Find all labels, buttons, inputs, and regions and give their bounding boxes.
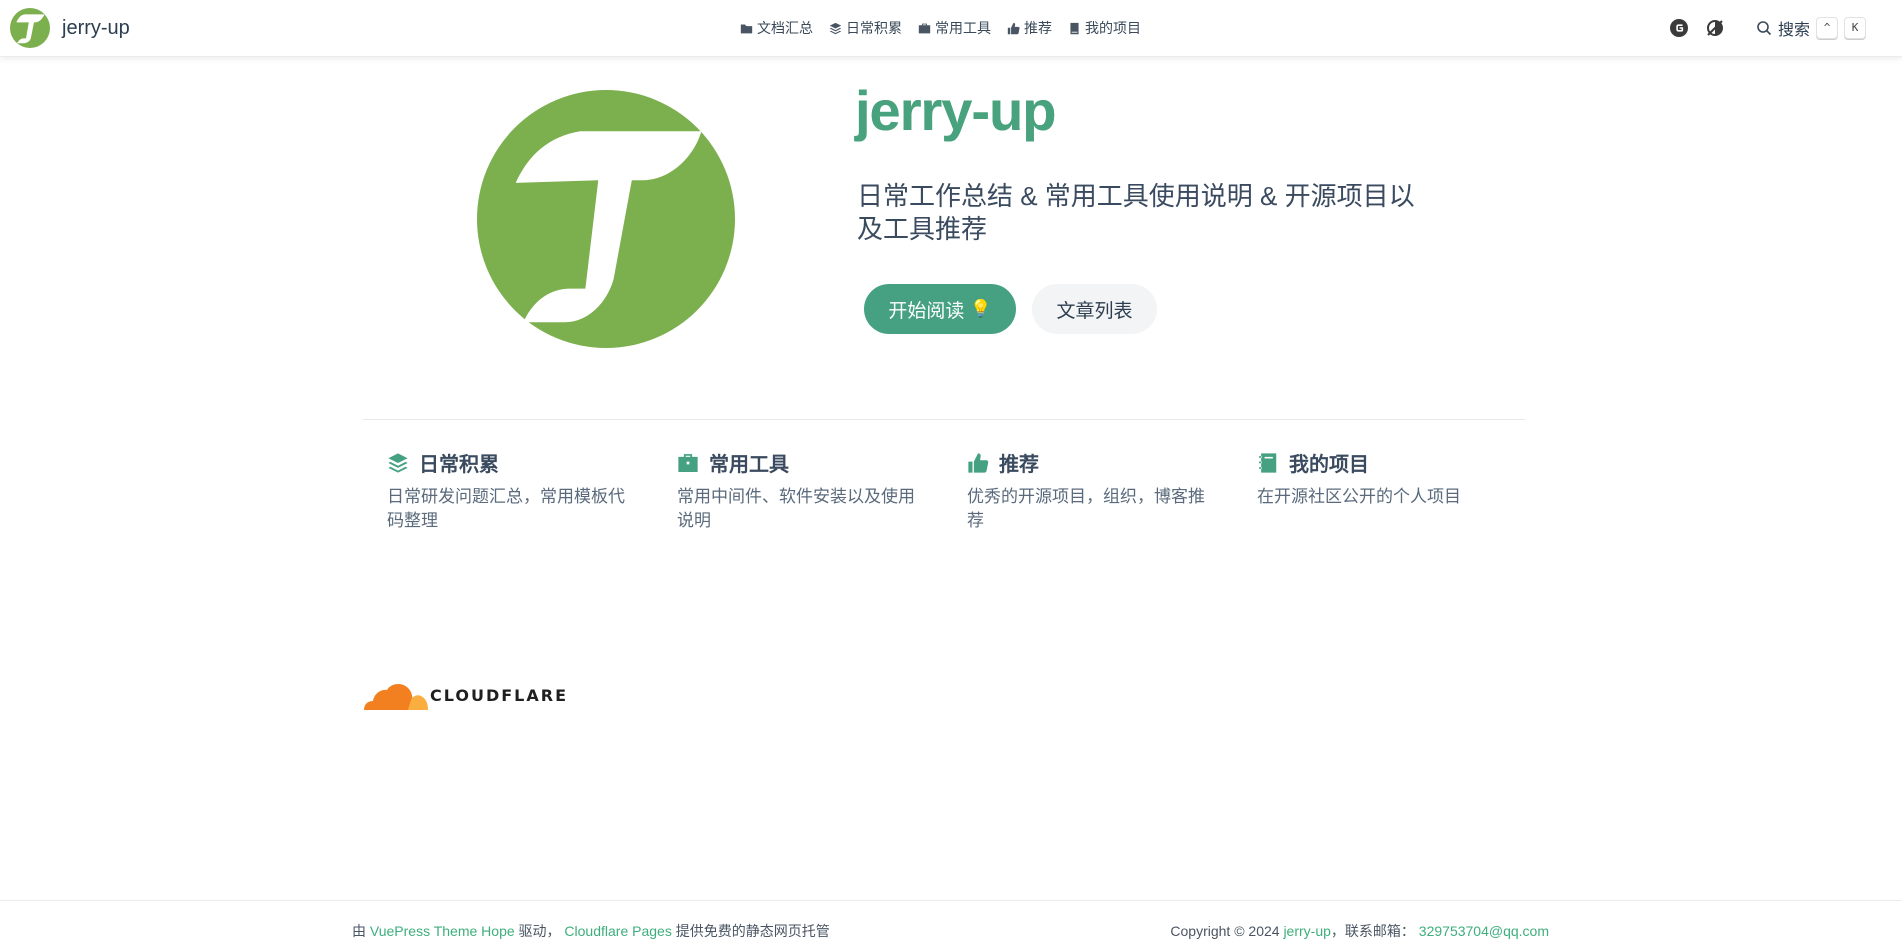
footer-credits: 由 VuePress Theme Hope 驱动， Cloudflare Pag…	[352, 921, 830, 941]
feature-recommend[interactable]: 推荐 优秀的开源项目，组织，博客推荐	[967, 448, 1217, 533]
nav-item-recommend[interactable]: 推荐	[1007, 18, 1052, 38]
footer-prefix: 由	[352, 923, 366, 939]
nav-item-label: 常用工具	[935, 20, 991, 36]
nav-item-label: 日常积累	[846, 20, 902, 36]
author-link[interactable]: jerry-up	[1283, 923, 1330, 939]
email-link[interactable]: 329753704@qq.com	[1419, 923, 1549, 939]
search-button[interactable]: 搜索 ^ K	[1756, 16, 1866, 40]
hero-title: jerry-up	[855, 79, 1056, 142]
feature-description: 在开源社区公开的个人项目	[1257, 487, 1461, 506]
feature-title: 常用工具	[709, 454, 789, 476]
feature-daily[interactable]: 日常积累 日常研发问题汇总，常用模板代码整理	[387, 448, 637, 533]
footer: 由 VuePress Theme Hope 驱动， Cloudflare Pag…	[0, 900, 1902, 948]
footer-suffix: 提供免费的静态网页托管	[675, 923, 830, 939]
cloudflare-pages-link[interactable]: Cloudflare Pages	[564, 923, 671, 939]
thumbs-up-icon	[1007, 22, 1020, 34]
github-icon[interactable]	[1668, 17, 1690, 39]
article-list-button[interactable]: 文章列表	[1032, 284, 1157, 334]
layers-icon	[388, 452, 408, 473]
start-reading-button[interactable]: 开始阅读 💡	[864, 284, 1016, 334]
lightbulb-icon: 💡	[970, 299, 992, 318]
search-label: 搜索	[1777, 22, 1810, 39]
feature-title: 我的项目	[1289, 454, 1369, 476]
brand-title: jerry-up	[62, 16, 130, 39]
footer-copyright: Copyright © 2024 jerry-up，联系邮箱： 32975370…	[1170, 921, 1549, 941]
nav-item-docs[interactable]: 文档汇总	[740, 18, 813, 38]
nav-item-projects[interactable]: 我的项目	[1068, 18, 1141, 38]
thumbs-up-icon	[968, 452, 989, 473]
nav-item-label: 我的项目	[1085, 20, 1141, 36]
feature-description: 日常研发问题汇总，常用模板代码整理	[387, 487, 625, 530]
layers-icon	[829, 22, 842, 34]
hero-description: 日常工作总结 & 常用工具使用说明 & 开源项目以及工具推荐	[857, 181, 1415, 244]
shortcut-key-ctrl: ^	[1816, 17, 1838, 39]
copyright-text: Copyright © 2024	[1170, 923, 1280, 939]
section-divider	[363, 419, 1525, 420]
feature-description: 常用中间件、软件安装以及使用说明	[677, 487, 915, 530]
nav-item-label: 推荐	[1024, 20, 1052, 36]
cloudflare-wordmark: CLOUDFLARE	[430, 685, 568, 705]
feature-description: 优秀的开源项目，组织，博客推荐	[967, 487, 1205, 530]
nav-item-tools[interactable]: 常用工具	[918, 18, 991, 38]
theme-toggle-icon[interactable]	[1704, 17, 1726, 39]
main-nav: 文档汇总 日常积累 常用工具 推荐 我的项目	[740, 18, 1157, 38]
toolbox-icon	[678, 453, 698, 472]
article-list-label: 文章列表	[1056, 300, 1133, 322]
site-logo-icon	[10, 8, 50, 48]
nav-item-label: 文档汇总	[757, 20, 813, 36]
cloudflare-badge[interactable]: CLOUDFLARE	[362, 678, 568, 712]
brand-home-link[interactable]: jerry-up	[10, 8, 130, 48]
search-icon	[1757, 21, 1772, 36]
contact-label: ，联系邮箱：	[1330, 923, 1415, 939]
feature-projects[interactable]: 我的项目 在开源社区公开的个人项目	[1257, 448, 1507, 509]
shortcut-key-k: K	[1844, 17, 1866, 39]
feature-tools[interactable]: 常用工具 常用中间件、软件安装以及使用说明	[677, 448, 927, 533]
notebook-icon	[1259, 452, 1277, 473]
book-icon	[1070, 22, 1079, 34]
hero-logo-icon	[477, 90, 735, 348]
feature-title: 日常积累	[419, 454, 499, 476]
cloudflare-cloud-icon	[364, 684, 428, 710]
navbar: jerry-up 文档汇总 日常积累 常用工具 推荐 我的项目 搜索 ^ K	[0, 0, 1902, 57]
folder-icon	[740, 23, 753, 33]
nav-item-daily[interactable]: 日常积累	[829, 18, 902, 38]
footer-middle: 驱动，	[518, 923, 561, 939]
navbar-tools: 搜索 ^ K	[1654, 16, 1866, 40]
start-reading-label: 开始阅读	[888, 300, 965, 322]
feature-title: 推荐	[999, 454, 1039, 476]
toolbox-icon	[918, 23, 931, 33]
vuepress-theme-link[interactable]: VuePress Theme Hope	[370, 923, 515, 939]
